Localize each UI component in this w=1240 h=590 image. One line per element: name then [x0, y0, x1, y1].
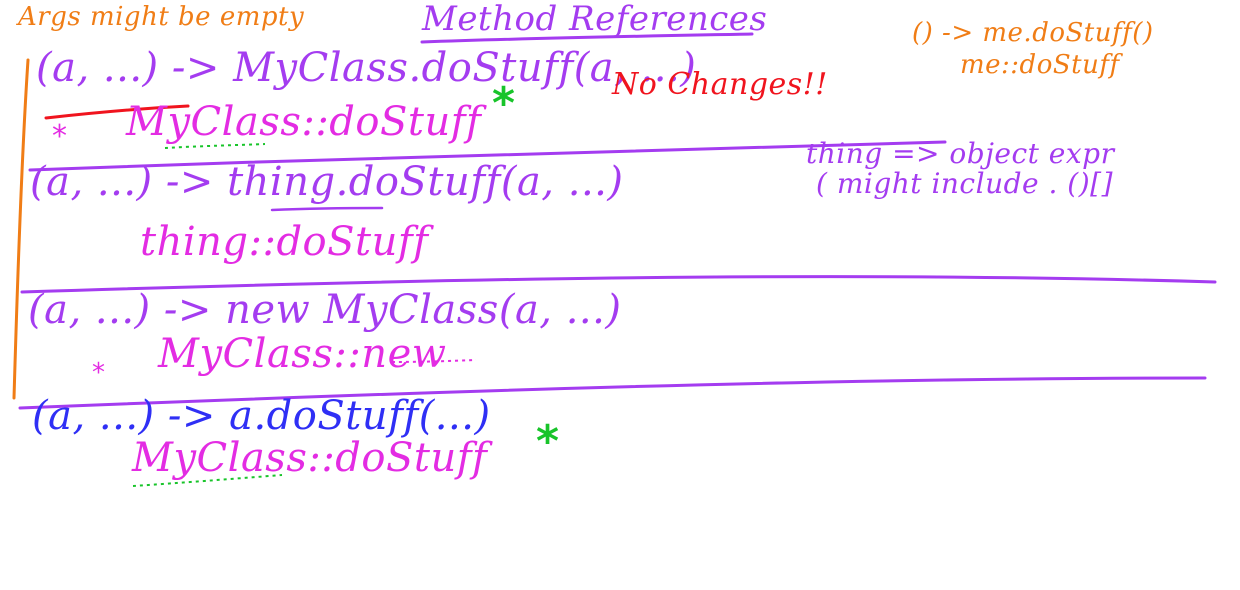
row3-method-ref: MyClass::new	[158, 331, 447, 377]
page-title: Method References	[422, 0, 768, 39]
corner-note-line-2: me::doStuff	[960, 50, 1120, 80]
row1-mark: *	[52, 119, 68, 154]
row1-note: No Changes!!	[612, 67, 828, 102]
row2-lambda: (a, ...) -> thing.doStuff(a, ...)	[30, 159, 624, 205]
row1-star-icon: *	[492, 78, 516, 129]
row2-side-note-1: thing => object expr	[806, 137, 1115, 170]
row4-lambda: (a, ...) -> a.doStuff(...)	[32, 393, 491, 439]
row3-mark: *	[92, 358, 106, 388]
row3-lambda: (a, ...) -> new MyClass(a, ...)	[28, 287, 622, 333]
corner-note-line-1: () -> me.doStuff()	[912, 18, 1154, 48]
row1-lambda: (a, ...) -> MyClass.doStuff(a, ...)	[36, 45, 697, 91]
row4-star-icon: *	[536, 416, 560, 467]
row2-method-ref: thing::doStuff	[140, 219, 429, 265]
top-note: Args might be empty	[18, 2, 305, 32]
row2-side-note-2: ( might include . ()[]	[816, 167, 1113, 200]
left-margin-bracket	[12, 58, 30, 400]
row2-thing-underline	[270, 206, 384, 212]
row1-method-ref: MyClass::doStuff	[126, 99, 482, 145]
row4-method-ref: MyClass::doStuff	[132, 435, 488, 481]
